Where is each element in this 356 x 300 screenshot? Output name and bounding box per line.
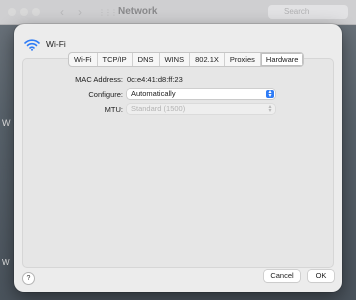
minimize-window-button[interactable] [20, 8, 28, 16]
configure-select-value: Automatically [131, 89, 176, 98]
grid-view-icon[interactable]: ⋮⋮⋮ [98, 8, 118, 17]
forward-chevron-icon[interactable]: › [78, 5, 82, 19]
mac-address-value: 0c:e4:41:d8:ff:23 [127, 75, 183, 84]
configure-label: Configure: [88, 90, 123, 99]
network-window-titlebar: ‹ › ⋮⋮⋮ Network Search [0, 0, 356, 25]
tab-8021x[interactable]: 802.1X [190, 53, 225, 66]
sheet-header: Wi-Fi [24, 36, 66, 52]
configure-select[interactable]: Automatically ▴ ▾ [127, 89, 275, 99]
zoom-window-button[interactable] [32, 8, 40, 16]
wifi-icon [24, 38, 40, 51]
tab-dns[interactable]: DNS [133, 53, 160, 66]
ok-button[interactable]: OK [308, 270, 334, 282]
mtu-select[interactable]: Standard (1500) ▴ ▾ [127, 104, 275, 114]
select-stepper-icon: ▴ ▾ [268, 104, 272, 114]
sidebar-fragment-label: W [2, 118, 11, 128]
wifi-settings-sheet: Wi-Fi MAC Address: 0c:e4:41:d8:ff:23 Con… [14, 24, 342, 292]
sheet-title: Wi-Fi [46, 39, 66, 49]
settings-tab-bar: Wi-Fi TCP/IP DNS WINS 802.1X Proxies Har… [68, 52, 305, 67]
close-window-button[interactable] [8, 8, 16, 16]
tab-hardware[interactable]: Hardware [260, 53, 304, 66]
window-title: Network [118, 6, 158, 17]
help-button[interactable]: ? [22, 272, 35, 285]
search-input[interactable]: Search [268, 5, 348, 19]
tab-proxies[interactable]: Proxies [225, 53, 261, 66]
tab-wins[interactable]: WINS [160, 53, 191, 66]
back-chevron-icon[interactable]: ‹ [60, 5, 64, 19]
select-stepper-icon: ▴ ▾ [266, 89, 274, 99]
tab-tcpip[interactable]: TCP/IP [98, 53, 133, 66]
hardware-panel: MAC Address: 0c:e4:41:d8:ff:23 Configure… [22, 58, 334, 268]
sidebar-fragment-label-2: W [2, 258, 10, 267]
mtu-select-value: Standard (1500) [131, 104, 186, 113]
mtu-label: MTU: [104, 105, 123, 114]
tab-wifi[interactable]: Wi-Fi [69, 53, 98, 66]
mac-address-label: MAC Address: [75, 75, 123, 84]
cancel-button[interactable]: Cancel [264, 270, 300, 282]
